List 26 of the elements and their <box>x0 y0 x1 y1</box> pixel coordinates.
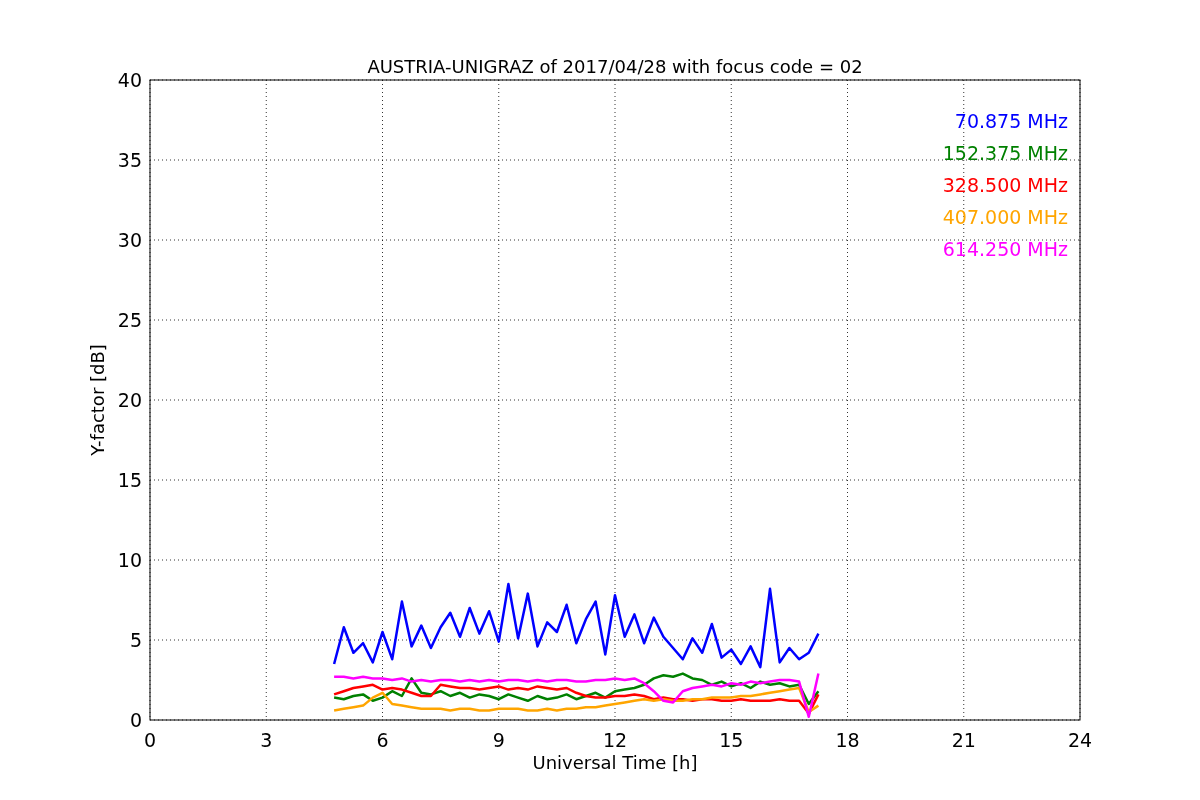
legend-label: 407.000 MHz <box>942 206 1068 228</box>
tick-label: 5 <box>129 629 142 651</box>
axis-label: Y-factor [dB] <box>87 344 108 456</box>
tick-label: 15 <box>117 469 142 491</box>
tick-label: 9 <box>492 729 505 751</box>
tick-label: 6 <box>376 729 389 751</box>
tick-label: 20 <box>117 389 142 411</box>
axis-label: Universal Time [h] <box>532 752 698 773</box>
tick-label: 0 <box>129 709 142 731</box>
tick-label: 3 <box>260 729 273 751</box>
legend-label: 614.250 MHz <box>942 238 1068 260</box>
legend-label: 70.875 MHz <box>954 110 1068 132</box>
chart-title: AUSTRIA-UNIGRAZ of 2017/04/28 with focus code = 02 <box>367 56 863 77</box>
tick-label: 0 <box>143 729 157 751</box>
tick-label: 18 <box>835 729 860 751</box>
tick-label: 12 <box>602 729 628 751</box>
tick-label: 24 <box>1067 729 1093 751</box>
tick-label: 21 <box>951 729 976 751</box>
tick-label: 35 <box>117 149 142 171</box>
tick-label: 25 <box>117 309 142 331</box>
tick-label: 30 <box>117 229 142 251</box>
tick-label: 10 <box>117 549 142 571</box>
tick-label: 40 <box>117 69 142 91</box>
legend-label: 328.500 MHz <box>942 174 1068 196</box>
legend-label: 152.375 MHz <box>942 142 1068 164</box>
tick-label: 15 <box>719 729 744 751</box>
